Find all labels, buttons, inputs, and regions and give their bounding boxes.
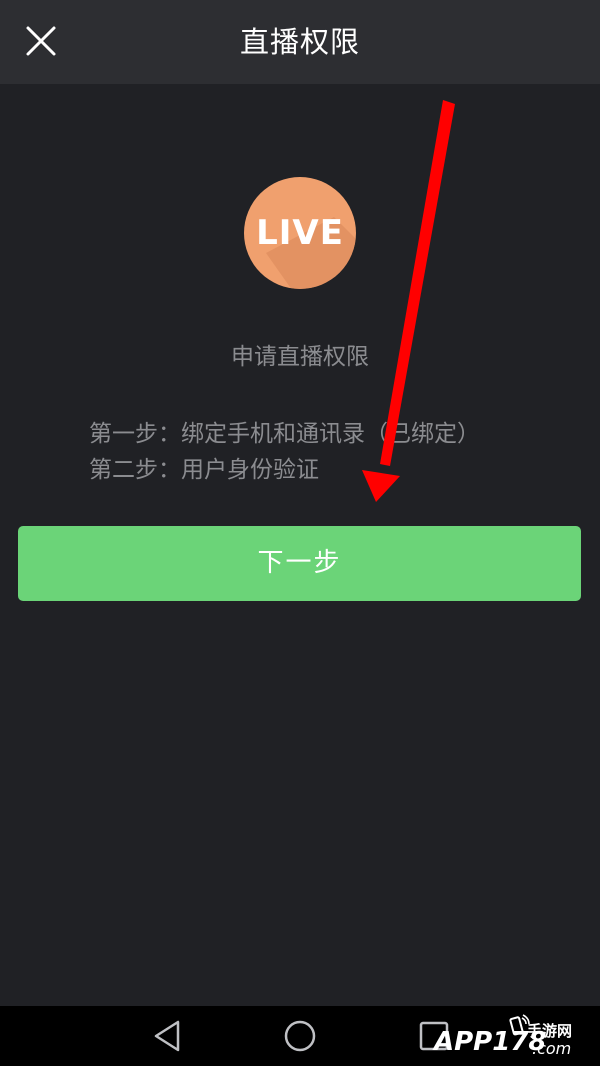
back-button[interactable] <box>148 1016 188 1056</box>
page-title: 直播权限 <box>239 25 360 59</box>
apply-title: 申请直播权限 <box>231 344 369 370</box>
next-step-button[interactable]: 下一步 <box>18 526 581 601</box>
step-two: 第二步：用户身份验证 <box>89 457 319 483</box>
screen: 直播权限 LIVE 申请直播权限 第一步：绑定手机和通讯录（已绑定） 第二步：用… <box>0 0 600 1066</box>
system-nav-bar: APP178 手游网 .com <box>0 1006 600 1066</box>
back-icon <box>154 1020 180 1052</box>
watermark: APP178 手游网 .com <box>424 1006 594 1066</box>
live-badge: LIVE <box>244 177 356 289</box>
step-one: 第一步：绑定手机和通讯录（已绑定） <box>89 421 480 447</box>
watermark-cn-text: 手游网 <box>527 1022 573 1040</box>
home-icon <box>284 1020 316 1052</box>
live-badge-text: LIVE <box>256 213 344 253</box>
home-button[interactable] <box>280 1016 320 1056</box>
top-bar: 直播权限 <box>0 0 600 84</box>
steps-list: 第一步：绑定手机和通讯录（已绑定） 第二步：用户身份验证 <box>89 416 480 488</box>
watermark-com-text: .com <box>532 1039 572 1058</box>
